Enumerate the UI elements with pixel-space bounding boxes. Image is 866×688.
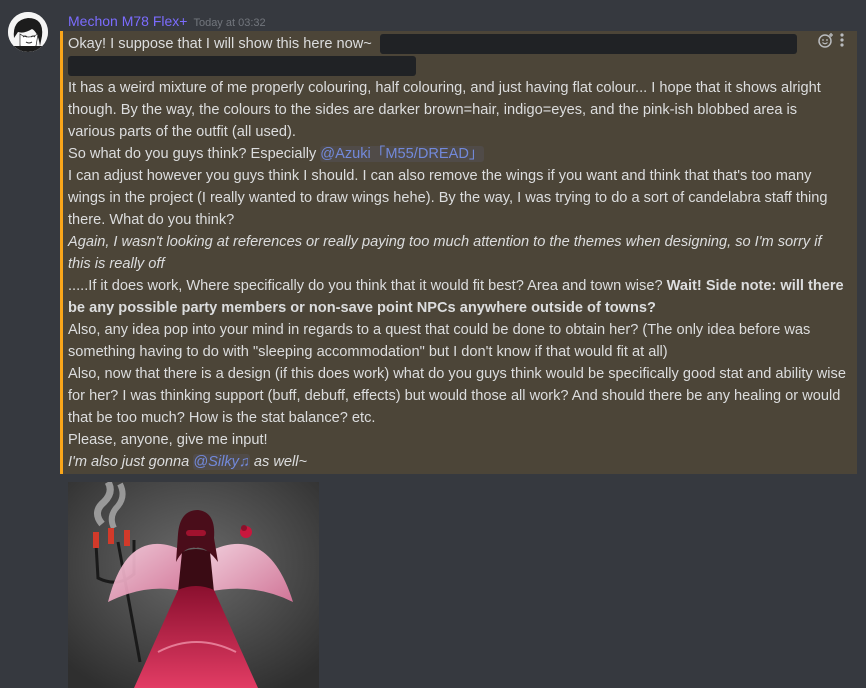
message-text-italic: Again, I wasn't looking at references or… <box>68 234 822 272</box>
avatar-image <box>8 12 48 52</box>
message-line: Okay! I suppose that I will show this he… <box>68 33 848 55</box>
image-attachment[interactable] <box>68 482 319 688</box>
chat-message: Mechon M78 Flex+ Today at 03:32 Okay! I … <box>0 0 866 688</box>
username[interactable]: Mechon M78 Flex+ <box>68 13 187 29</box>
message-line: I'm also just gonna @Silky♫ as well~ <box>68 451 848 473</box>
message-text: as well~ <box>249 454 308 470</box>
avatar[interactable] <box>8 12 48 52</box>
message-text: So what do you guys think? Especially <box>68 146 321 162</box>
message-text: Okay! I suppose that I will show this he… <box>68 36 372 52</box>
message-text: I can adjust however you guys think I sh… <box>68 168 828 228</box>
message-header: Mechon M78 Flex+ Today at 03:32 <box>68 13 266 31</box>
message-text: Also, any idea pop into your mind in reg… <box>68 322 811 360</box>
user-mention[interactable]: @Azuki「M55/DREAD」 <box>320 146 484 162</box>
message-text: .....If it does work, Where specifically… <box>68 278 667 294</box>
message-line: So what do you guys think? Especially @A… <box>68 143 848 165</box>
message-text: I'm also just gonna <box>68 454 194 470</box>
message-line: .....If it does work, Where specifically… <box>68 275 848 319</box>
spoiler-block[interactable] <box>68 56 416 77</box>
character-illustration <box>68 482 319 688</box>
message-text: Please, anyone, give me input! <box>68 432 268 448</box>
timestamp[interactable]: Today at 03:32 <box>193 17 265 29</box>
message-line <box>68 55 848 77</box>
spoiler-block[interactable] <box>379 34 797 55</box>
user-mention[interactable]: @Silky♫ <box>193 454 250 470</box>
message-content: Okay! I suppose that I will show this he… <box>68 33 848 473</box>
message-text: Also, now that there is a design (if thi… <box>68 366 846 426</box>
message-text: It has a weird mixture of me properly co… <box>68 80 821 140</box>
